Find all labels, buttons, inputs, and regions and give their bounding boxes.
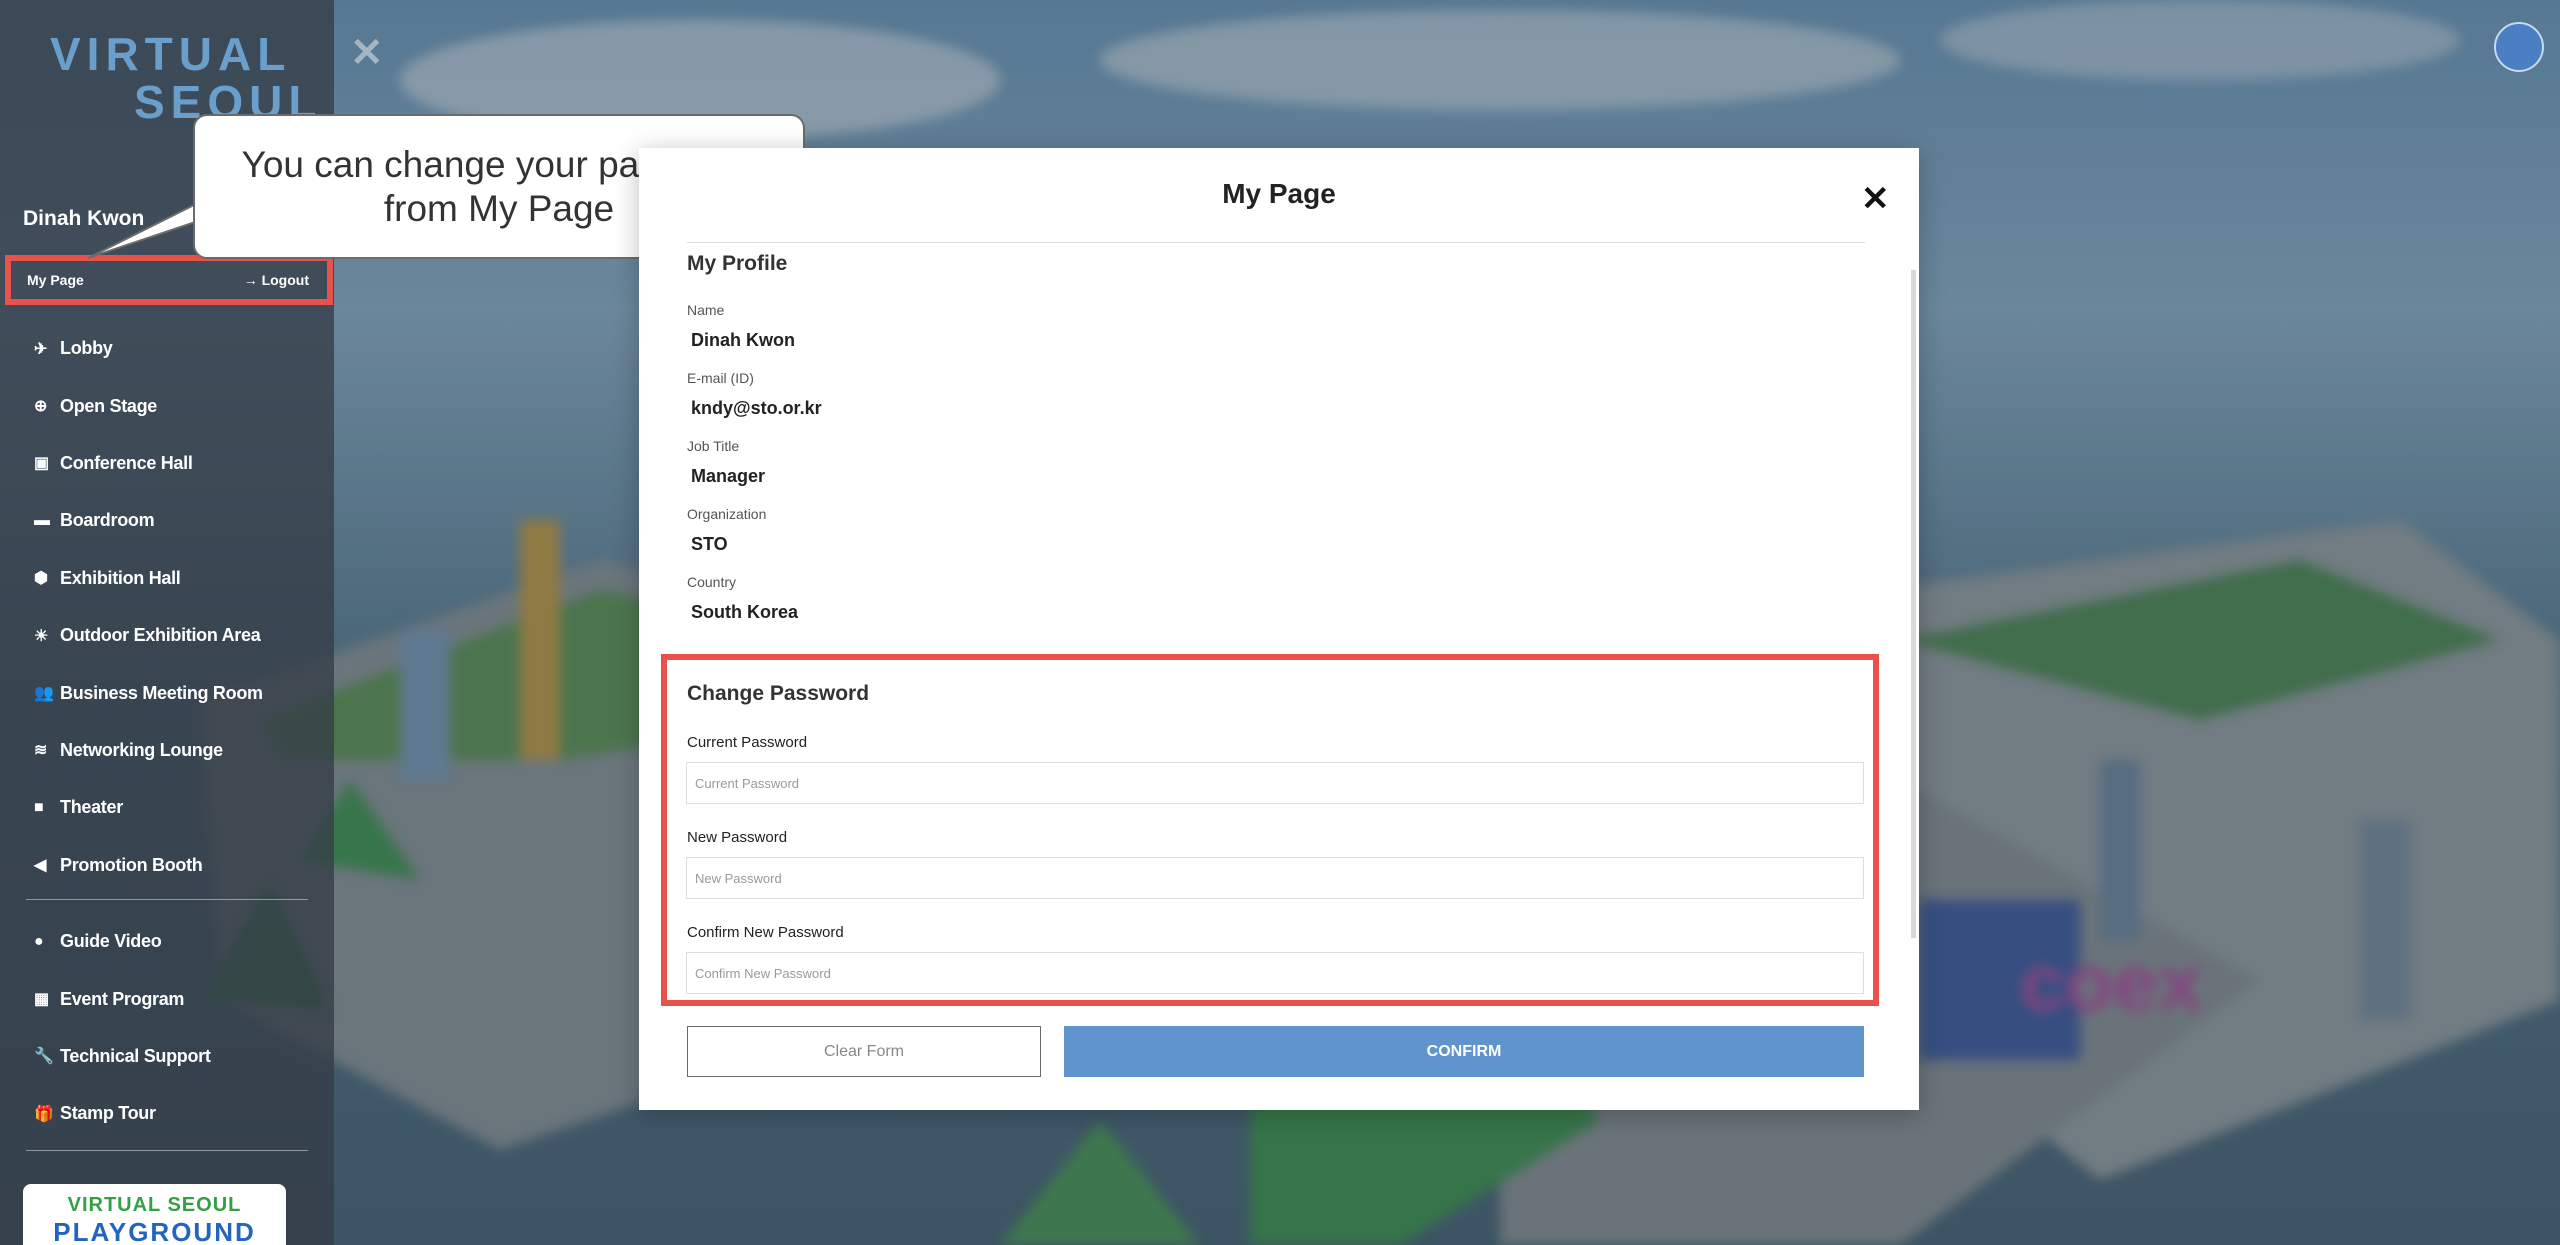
cube-icon: ⬢: [34, 570, 48, 588]
profile-label-name: Name: [687, 302, 725, 318]
profile-value-organization: STO: [691, 534, 728, 554]
my-page-modal: My Page ✕ My Profile Name Dinah Kwon E-m…: [639, 148, 1919, 1110]
main-navigation: ✈ Lobby ⊕ Open Stage ▣ Conference Hall ▬…: [0, 320, 334, 894]
nav-item-label: Technical Support: [60, 1045, 211, 1066]
profile-value-country: South Korea: [691, 602, 799, 622]
video-icon: ■: [34, 798, 44, 816]
playground-banner[interactable]: VIRTUAL SEOUL PLAYGROUND: [23, 1184, 286, 1245]
confirm-password-label: Confirm New Password: [687, 924, 844, 941]
nav-item-outdoor-exhibition-area[interactable]: ☀ Outdoor Exhibition Area: [0, 607, 334, 664]
new-password-label: New Password: [687, 829, 788, 846]
clear-form-button[interactable]: Clear Form: [687, 1026, 1041, 1077]
profile-value-name: Dinah Kwon: [691, 330, 795, 350]
nav-item-label: Guide Video: [60, 931, 162, 952]
modal-title: My Page: [1222, 178, 1336, 209]
briefcase-icon: ▬: [34, 511, 50, 529]
nav-item-label: Stamp Tour: [60, 1103, 156, 1124]
nav-item-label: Boardroom: [60, 510, 155, 531]
nav-item-lobby[interactable]: ✈ Lobby: [0, 320, 334, 377]
profile-label-country: Country: [687, 574, 737, 590]
globe-icon: ⊕: [34, 398, 48, 416]
close-icon[interactable]: ✕: [1861, 182, 1890, 216]
nav-item-label: Promotion Booth: [60, 854, 203, 875]
confirm-password-input[interactable]: [686, 952, 1864, 994]
new-password-input[interactable]: [686, 857, 1864, 899]
wrench-icon: 🔧: [34, 1048, 54, 1066]
profile-label-organization: Organization: [687, 506, 767, 522]
profile-circle-button[interactable]: [2494, 22, 2544, 72]
users-icon: 👥: [34, 685, 54, 703]
nav-item-label: Theater: [60, 797, 123, 818]
current-password-label: Current Password: [687, 734, 808, 751]
nav-item-technical-support[interactable]: 🔧 Technical Support: [0, 1028, 334, 1085]
password-section-title: Change Password: [687, 682, 870, 705]
nav-item-stamp-tour[interactable]: 🎁 Stamp Tour: [0, 1085, 334, 1142]
nav-item-conference-hall[interactable]: ▣ Conference Hall: [0, 435, 334, 492]
nav-divider: [26, 899, 308, 900]
modal-scrollbar[interactable]: [1911, 270, 1916, 938]
profile-value-email: kndy@sto.or.kr: [691, 398, 822, 418]
megaphone-icon: ◀: [34, 857, 47, 875]
play-circle-icon: ●: [34, 932, 44, 950]
banner-line-1: VIRTUAL SEOUL: [67, 1194, 242, 1216]
play-icon: ▣: [34, 455, 49, 473]
logo-line-1: VIRTUAL: [50, 28, 292, 80]
nav-item-label: Open Stage: [60, 395, 158, 416]
nav-item-label: Exhibition Hall: [60, 567, 181, 588]
nav-item-label: Lobby: [60, 338, 113, 359]
current-password-input[interactable]: [686, 762, 1864, 804]
nav-divider: [26, 1150, 308, 1151]
nav-item-promotion-booth[interactable]: ◀ Promotion Booth: [0, 837, 334, 894]
gift-icon: 🎁: [34, 1105, 54, 1123]
plane-icon: ✈: [34, 340, 48, 358]
wifi-icon: ≋: [34, 742, 48, 760]
nav-item-label: Event Program: [60, 988, 185, 1009]
nav-item-networking-lounge[interactable]: ≋ Networking Lounge: [0, 722, 334, 779]
secondary-navigation: ● Guide Video ▦ Event Program 🔧 Technica…: [0, 913, 334, 1143]
nav-item-business-meeting-room[interactable]: 👥 Business Meeting Room: [0, 664, 334, 721]
modal-divider: [687, 242, 1865, 243]
confirm-button[interactable]: CONFIRM: [1064, 1026, 1864, 1077]
calendar-icon: ▦: [34, 991, 49, 1009]
nav-item-open-stage[interactable]: ⊕ Open Stage: [0, 377, 334, 434]
nav-item-label: Conference Hall: [60, 452, 193, 473]
profile-label-job-title: Job Title: [687, 438, 740, 454]
nav-item-event-program[interactable]: ▦ Event Program: [0, 970, 334, 1027]
nav-item-label: Outdoor Exhibition Area: [60, 625, 261, 646]
nav-item-exhibition-hall[interactable]: ⬢ Exhibition Hall: [0, 550, 334, 607]
profile-section-title: My Profile: [687, 252, 788, 275]
background-close-icon: ✕: [350, 31, 384, 75]
nav-item-theater[interactable]: ■ Theater: [0, 779, 334, 836]
banner-line-2: PLAYGROUND: [53, 1217, 256, 1245]
nav-item-guide-video[interactable]: ● Guide Video: [0, 913, 334, 970]
profile-value-job-title: Manager: [691, 466, 766, 486]
sun-icon: ☀: [34, 627, 49, 645]
nav-item-label: Networking Lounge: [60, 739, 223, 760]
profile-label-email: E-mail (ID): [687, 370, 754, 386]
nav-item-label: Business Meeting Room: [60, 682, 263, 703]
nav-item-boardroom[interactable]: ▬ Boardroom: [0, 492, 334, 549]
